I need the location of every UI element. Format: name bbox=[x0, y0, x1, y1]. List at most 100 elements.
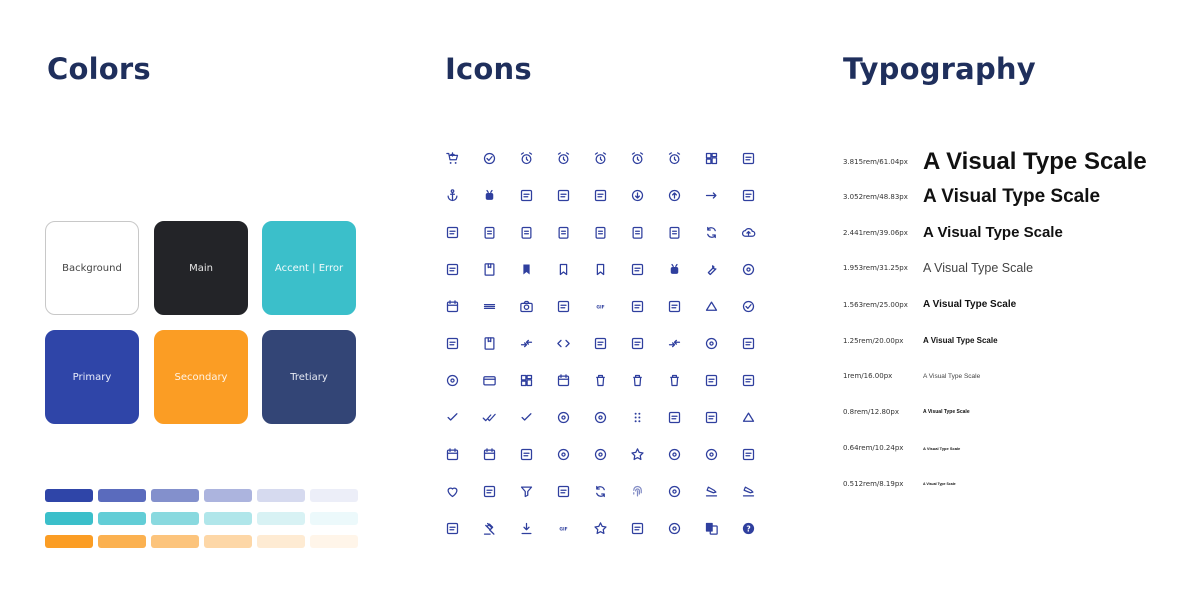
tint-chip bbox=[98, 512, 146, 525]
exit-to-app-icon bbox=[514, 442, 538, 466]
scissors-disc-icon bbox=[551, 294, 575, 318]
type-sample: A Visual Type Scale bbox=[923, 148, 1147, 175]
type-row: 1.25rem/20.00px A Visual Type Scale bbox=[843, 336, 998, 345]
swatch-accent-error: Accent | Error bbox=[262, 221, 356, 315]
eject-icon bbox=[736, 405, 760, 429]
donut-small-icon bbox=[588, 405, 612, 429]
swatch-main: Main bbox=[154, 221, 248, 315]
sync-icon bbox=[699, 220, 723, 244]
donut-large-icon bbox=[551, 405, 575, 429]
type-size-label: 2.441rem/39.06px bbox=[843, 228, 908, 237]
close-box-icon bbox=[736, 368, 760, 392]
layers-flat-icon bbox=[477, 294, 501, 318]
flight-land-icon bbox=[699, 479, 723, 503]
feedback-icon bbox=[514, 183, 538, 207]
chart-box-icon bbox=[440, 220, 464, 244]
tint-chip bbox=[310, 512, 358, 525]
view-sidebar-icon bbox=[440, 331, 464, 355]
bookmarks-icon bbox=[551, 257, 575, 281]
type-row: 0.64rem/10.24px A Visual Type Scale bbox=[843, 444, 960, 452]
explore-off-icon bbox=[588, 442, 612, 466]
type-row: 0.8rem/12.80px A Visual Type Scale bbox=[843, 408, 970, 416]
card-membership-icon bbox=[625, 294, 649, 318]
alarm-check-icon bbox=[662, 146, 686, 170]
clipboard-account-icon bbox=[514, 220, 538, 244]
type-sample: A Visual Type Scale bbox=[923, 186, 1101, 207]
delete-forever-icon bbox=[625, 368, 649, 392]
swatch-tertiary: Tretiary bbox=[262, 330, 356, 424]
copyright-icon bbox=[440, 368, 464, 392]
find-replace-icon bbox=[588, 479, 612, 503]
arrow-up-circle-icon bbox=[662, 183, 686, 207]
type-row: 1.953rem/31.25px A Visual Type Scale bbox=[843, 261, 1033, 275]
icon-grid: GIF GIF? bbox=[440, 146, 773, 553]
type-size-label: 1.563rem/25.00px bbox=[843, 300, 908, 309]
tint-chip bbox=[257, 489, 305, 502]
event-icon bbox=[440, 442, 464, 466]
done-all-icon bbox=[477, 405, 501, 429]
tint-chip bbox=[151, 535, 199, 548]
gif-icon: GIF bbox=[551, 516, 575, 540]
cart-add-icon bbox=[440, 146, 464, 170]
book-icon bbox=[477, 257, 501, 281]
flaky-icon bbox=[662, 479, 686, 503]
clipboard-arrow-down-icon bbox=[625, 220, 649, 244]
clipboard-alert-icon bbox=[551, 220, 575, 244]
face-icon bbox=[662, 442, 686, 466]
clipboard-check-icon bbox=[662, 220, 686, 244]
camera-icon bbox=[514, 294, 538, 318]
help-icon: ? bbox=[736, 516, 760, 540]
type-row: 1.563rem/25.00px A Visual Type Scale bbox=[843, 299, 1016, 310]
tint-chip bbox=[257, 512, 305, 525]
type-size-label: 0.8rem/12.80px bbox=[843, 408, 899, 416]
dashboard-panel-icon bbox=[699, 146, 723, 170]
focus-frame-icon bbox=[736, 146, 760, 170]
phone-lock-icon bbox=[588, 183, 612, 207]
type-sample: A Visual Type Scale bbox=[923, 299, 1017, 310]
svg-text:GIF: GIF bbox=[596, 304, 604, 310]
swatch-label: Secondary bbox=[174, 371, 228, 383]
collapse-icon bbox=[514, 331, 538, 355]
done-outline-icon bbox=[514, 405, 538, 429]
android-icon bbox=[477, 183, 501, 207]
type-row: 3.815rem/61.04px A Visual Type Scale bbox=[843, 148, 1147, 176]
type-size-label: 0.64rem/10.24px bbox=[843, 444, 904, 452]
tint-row-primary bbox=[45, 489, 358, 502]
comment-icon bbox=[588, 331, 612, 355]
type-row: 3.052rem/48.83px A Visual Type Scale bbox=[843, 186, 1100, 208]
alarm-off-icon bbox=[625, 146, 649, 170]
delete-outline-icon bbox=[662, 368, 686, 392]
face-outline-icon bbox=[699, 442, 723, 466]
event-seat-icon bbox=[477, 442, 501, 466]
tint-chip bbox=[310, 489, 358, 502]
tint-row-secondary bbox=[45, 535, 358, 548]
eco-leaf-icon bbox=[699, 405, 723, 429]
calendar-icon bbox=[440, 294, 464, 318]
article-icon bbox=[736, 183, 760, 207]
bookmark-outline-icon bbox=[588, 257, 612, 281]
find-in-page-icon bbox=[551, 479, 575, 503]
type-size-label: 3.052rem/48.83px bbox=[843, 193, 908, 201]
description-icon bbox=[699, 368, 723, 392]
g-translate-icon bbox=[699, 516, 723, 540]
tint-chip bbox=[45, 535, 93, 548]
tint-chip bbox=[204, 489, 252, 502]
bottle-icon bbox=[440, 257, 464, 281]
dynamic-form-icon bbox=[662, 405, 686, 429]
tint-chip bbox=[310, 535, 358, 548]
type-row: 1rem/16.00px A Visual Type Scale bbox=[843, 372, 980, 380]
type-size-label: 1.953rem/31.25px bbox=[843, 264, 908, 272]
arrow-down-circle-icon bbox=[625, 183, 649, 207]
favorite-icon bbox=[440, 479, 464, 503]
type-sample: A Visual Type Scale bbox=[923, 445, 961, 451]
triangle-icon bbox=[699, 294, 723, 318]
clock-badge-icon bbox=[514, 146, 538, 170]
wrench-icon bbox=[699, 257, 723, 281]
type-row: 0.512rem/8.19px A Visual Type Scale bbox=[843, 480, 956, 488]
type-sample: A Visual Type Scale bbox=[923, 409, 970, 415]
flight-takeoff-icon bbox=[736, 479, 760, 503]
type-sample: A Visual Type Scale bbox=[923, 482, 956, 486]
check-circle-icon bbox=[736, 294, 760, 318]
compare-arrows-icon bbox=[662, 331, 686, 355]
done-icon bbox=[440, 405, 464, 429]
